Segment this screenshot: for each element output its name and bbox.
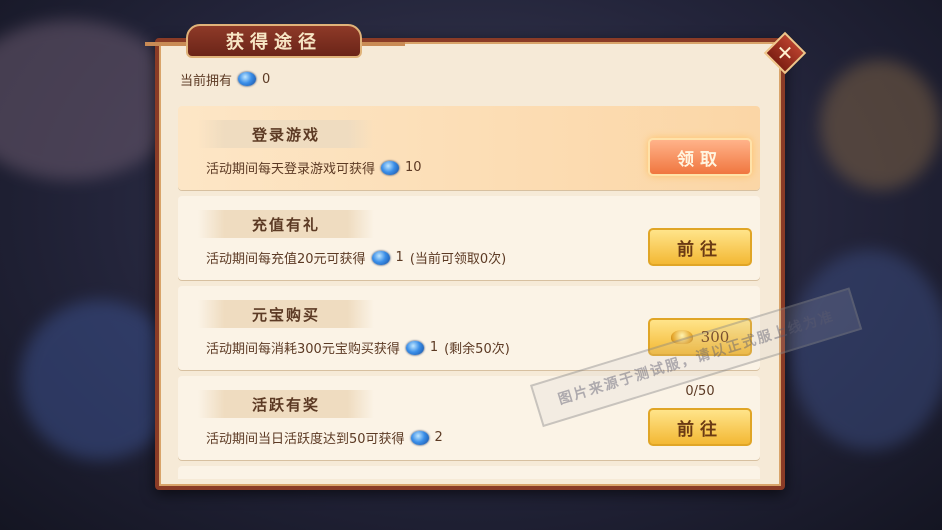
task-description: 活动期间每消耗300元宝购买获得 1 (剩余50次) (206, 338, 510, 357)
blue-orb-icon (371, 250, 390, 265)
task-reward-amount: 1 (429, 340, 439, 355)
close-icon[interactable]: ✕ (770, 38, 800, 68)
task-name: 充值有礼 (251, 215, 320, 234)
go-button-label: 前往 (677, 419, 723, 440)
task-reward-amount: 2 (434, 430, 443, 445)
task-reward-amount: 10 (405, 160, 422, 175)
currency-row: 当前拥有 0 (180, 68, 270, 90)
task-description: 活动期间当日活跃度达到50可获得 2 (206, 428, 449, 447)
task-card-activity: 活跃有奖 活动期间当日活跃度达到50可获得 2 0/50 前往 (178, 376, 760, 460)
task-name-tag: 充值有礼 (198, 210, 374, 238)
task-desc-text: 活动期间当日活跃度达到50可获得 (206, 432, 405, 447)
task-name-tag: 登录游戏 (198, 120, 374, 148)
title-divider (355, 42, 405, 46)
currency-amount: 0 (262, 71, 271, 87)
blue-orb-icon (410, 430, 429, 445)
blue-orb-icon (238, 72, 257, 86)
dialog-title-banner: 获得途径 (186, 24, 362, 58)
background-scene (790, 250, 942, 450)
task-reward-amount: 1 (395, 250, 404, 265)
go-button[interactable]: 前往 (648, 228, 752, 266)
task-desc-text: 活动期间每天登录游戏可获得 (206, 162, 376, 177)
task-extra-info: (当前可领取0次) (409, 252, 507, 267)
task-name: 登录游戏 (251, 125, 320, 144)
claim-button-label: 领取 (677, 149, 723, 170)
blue-orb-icon (405, 340, 424, 355)
task-card-recharge: 充值有礼 活动期间每充值20元可获得 1 (当前可领取0次) 前往 (178, 196, 760, 280)
task-description: 活动期间每天登录游戏可获得 10 (206, 158, 428, 177)
blue-orb-icon (381, 160, 400, 175)
task-name-tag: 活跃有奖 (198, 390, 374, 418)
dialog-title: 获得途径 (226, 32, 322, 53)
task-extra-info: (剩余50次) (444, 342, 510, 357)
task-desc-text: 活动期间每充值20元可获得 (206, 252, 366, 267)
task-card-partial (178, 466, 760, 479)
background-scene (820, 60, 940, 190)
task-name: 活跃有奖 (251, 395, 320, 414)
task-name: 元宝购买 (251, 305, 320, 324)
task-desc-text: 活动期间每消耗300元宝购买获得 (206, 342, 400, 357)
go-button-label: 前往 (677, 239, 723, 260)
claim-button[interactable]: 领取 (648, 138, 752, 176)
task-name-tag: 元宝购买 (198, 300, 374, 328)
go-button[interactable]: 前往 (648, 408, 752, 446)
task-description: 活动期间每充值20元可获得 1 (当前可领取0次) (206, 248, 506, 267)
currency-label: 当前拥有 (180, 73, 233, 89)
task-card-login: 登录游戏 活动期间每天登录游戏可获得 10 领取 (178, 106, 760, 190)
task-list[interactable]: 登录游戏 活动期间每天登录游戏可获得 10 领取 充值有礼 活动期间每充值20元… (170, 104, 768, 479)
